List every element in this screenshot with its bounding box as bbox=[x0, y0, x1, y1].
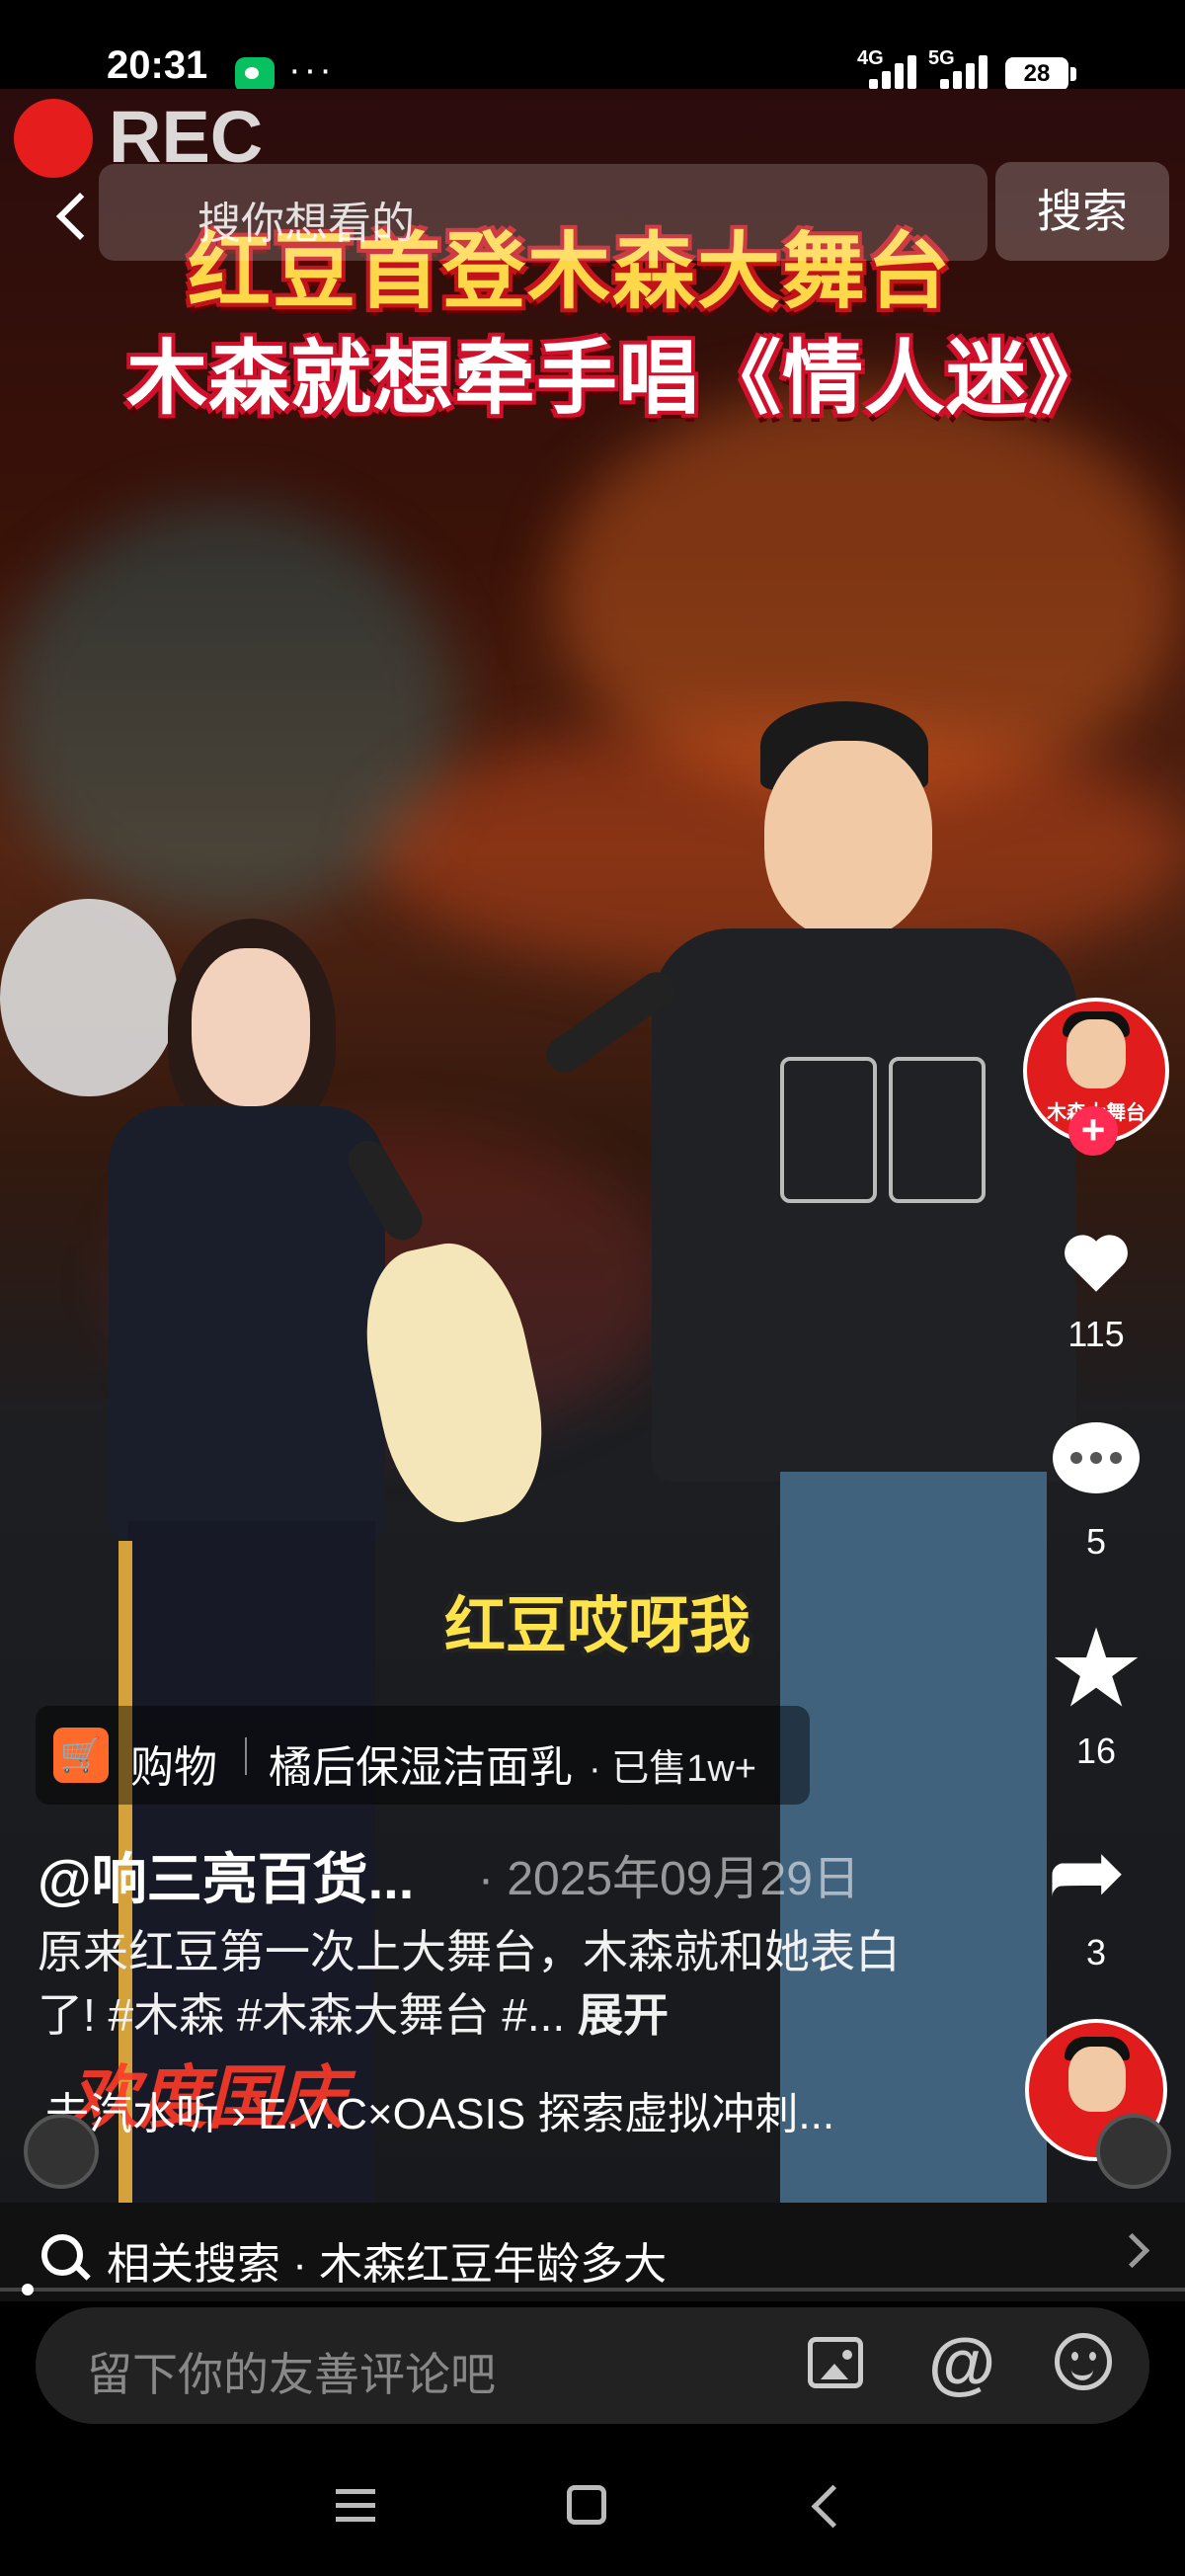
share-arrow-icon: ➦ bbox=[1047, 1819, 1127, 1925]
follow-plus-button[interactable]: + bbox=[1068, 1106, 1118, 1156]
favorite-count: 16 bbox=[1075, 1731, 1117, 1771]
chevron-right-icon bbox=[1114, 2232, 1150, 2269]
cart-icon: 🛒 bbox=[53, 1728, 109, 1783]
search-button[interactable]: 搜索 bbox=[995, 162, 1169, 261]
share-count: 3 bbox=[1085, 1932, 1107, 1972]
video-subtitle: 红豆哎呀我 bbox=[444, 1592, 751, 1660]
divider bbox=[245, 1737, 247, 1775]
shopping-tag[interactable]: 🛒 购物 橘后保湿洁面乳 · 已售1w+ bbox=[36, 1706, 810, 1805]
expand-link[interactable]: 展开 bbox=[578, 1989, 669, 2041]
image-icon[interactable] bbox=[808, 2337, 863, 2388]
sold-count: · 已售1w+ bbox=[589, 1748, 756, 1790]
status-bar: 20:31 ··· 4G 5G 28 bbox=[0, 0, 1185, 93]
share-button[interactable]: ➦ bbox=[1047, 1823, 1146, 1922]
heart-icon bbox=[1065, 1235, 1128, 1292]
author-name[interactable]: @响三亮百货... bbox=[38, 1835, 414, 1915]
rec-indicator-icon bbox=[14, 99, 93, 178]
wechat-icon bbox=[235, 57, 275, 93]
back-arrow-icon[interactable] bbox=[45, 178, 105, 257]
music-disc-icon-right bbox=[1096, 2114, 1171, 2189]
post-description: 原来红豆第一次上大舞台，木森就和她表白了! #木森 #木森大舞台 #... 展开 bbox=[38, 1920, 907, 2047]
comment-placeholder[interactable]: 留下你的友善评论吧 bbox=[87, 2339, 496, 2404]
video-title-line2: 木森就想牵手唱《情人迷》 bbox=[126, 334, 1111, 424]
shop-label: 购物 bbox=[130, 1743, 217, 1792]
signal-icon-2 bbox=[940, 55, 997, 89]
comment-bubble-icon bbox=[1053, 1422, 1140, 1493]
description-text: 原来红豆第一次上大舞台，木森就和她表白了! #木森 #木森大舞台 #... bbox=[38, 1926, 901, 2041]
like-button[interactable] bbox=[1047, 1213, 1146, 1312]
video-progress-handle[interactable] bbox=[0, 2284, 34, 2295]
home-icon[interactable] bbox=[567, 2485, 606, 2525]
favorite-button[interactable]: ★ bbox=[1047, 1608, 1146, 1730]
recents-icon[interactable] bbox=[336, 2489, 375, 2523]
like-count: 115 bbox=[1067, 1314, 1125, 1354]
video-progress-track[interactable] bbox=[0, 2288, 1185, 2292]
star-icon: ★ bbox=[1047, 1608, 1146, 1730]
mention-icon[interactable]: @ bbox=[928, 2323, 995, 2402]
product-name: 橘后保湿洁面乳 bbox=[269, 1743, 573, 1792]
related-search-bar[interactable]: 相关搜索 · 木森红豆年龄多大 bbox=[0, 2203, 1185, 2301]
comment-count: 5 bbox=[1085, 1521, 1107, 1562]
music-link[interactable]: 去汽水听 › E.V.C×OASIS 探索虚拟冲刺... bbox=[45, 2078, 834, 2141]
comment-button[interactable] bbox=[1047, 1410, 1146, 1509]
more-notifications-icon: ··· bbox=[288, 49, 335, 91]
status-time: 20:31 bbox=[107, 43, 208, 87]
search-icon bbox=[41, 2234, 83, 2276]
search-input[interactable]: 搜你想看的 bbox=[198, 188, 415, 251]
music-disc-icon bbox=[24, 2114, 99, 2189]
related-search-text: 相关搜索 · 木森红豆年龄多大 bbox=[107, 2240, 668, 2289]
signal-icon bbox=[869, 55, 926, 89]
battery-icon: 28 bbox=[1005, 57, 1076, 91]
emoji-icon[interactable] bbox=[1055, 2333, 1112, 2390]
post-date: · 2025年09月29日 bbox=[478, 1853, 860, 1905]
